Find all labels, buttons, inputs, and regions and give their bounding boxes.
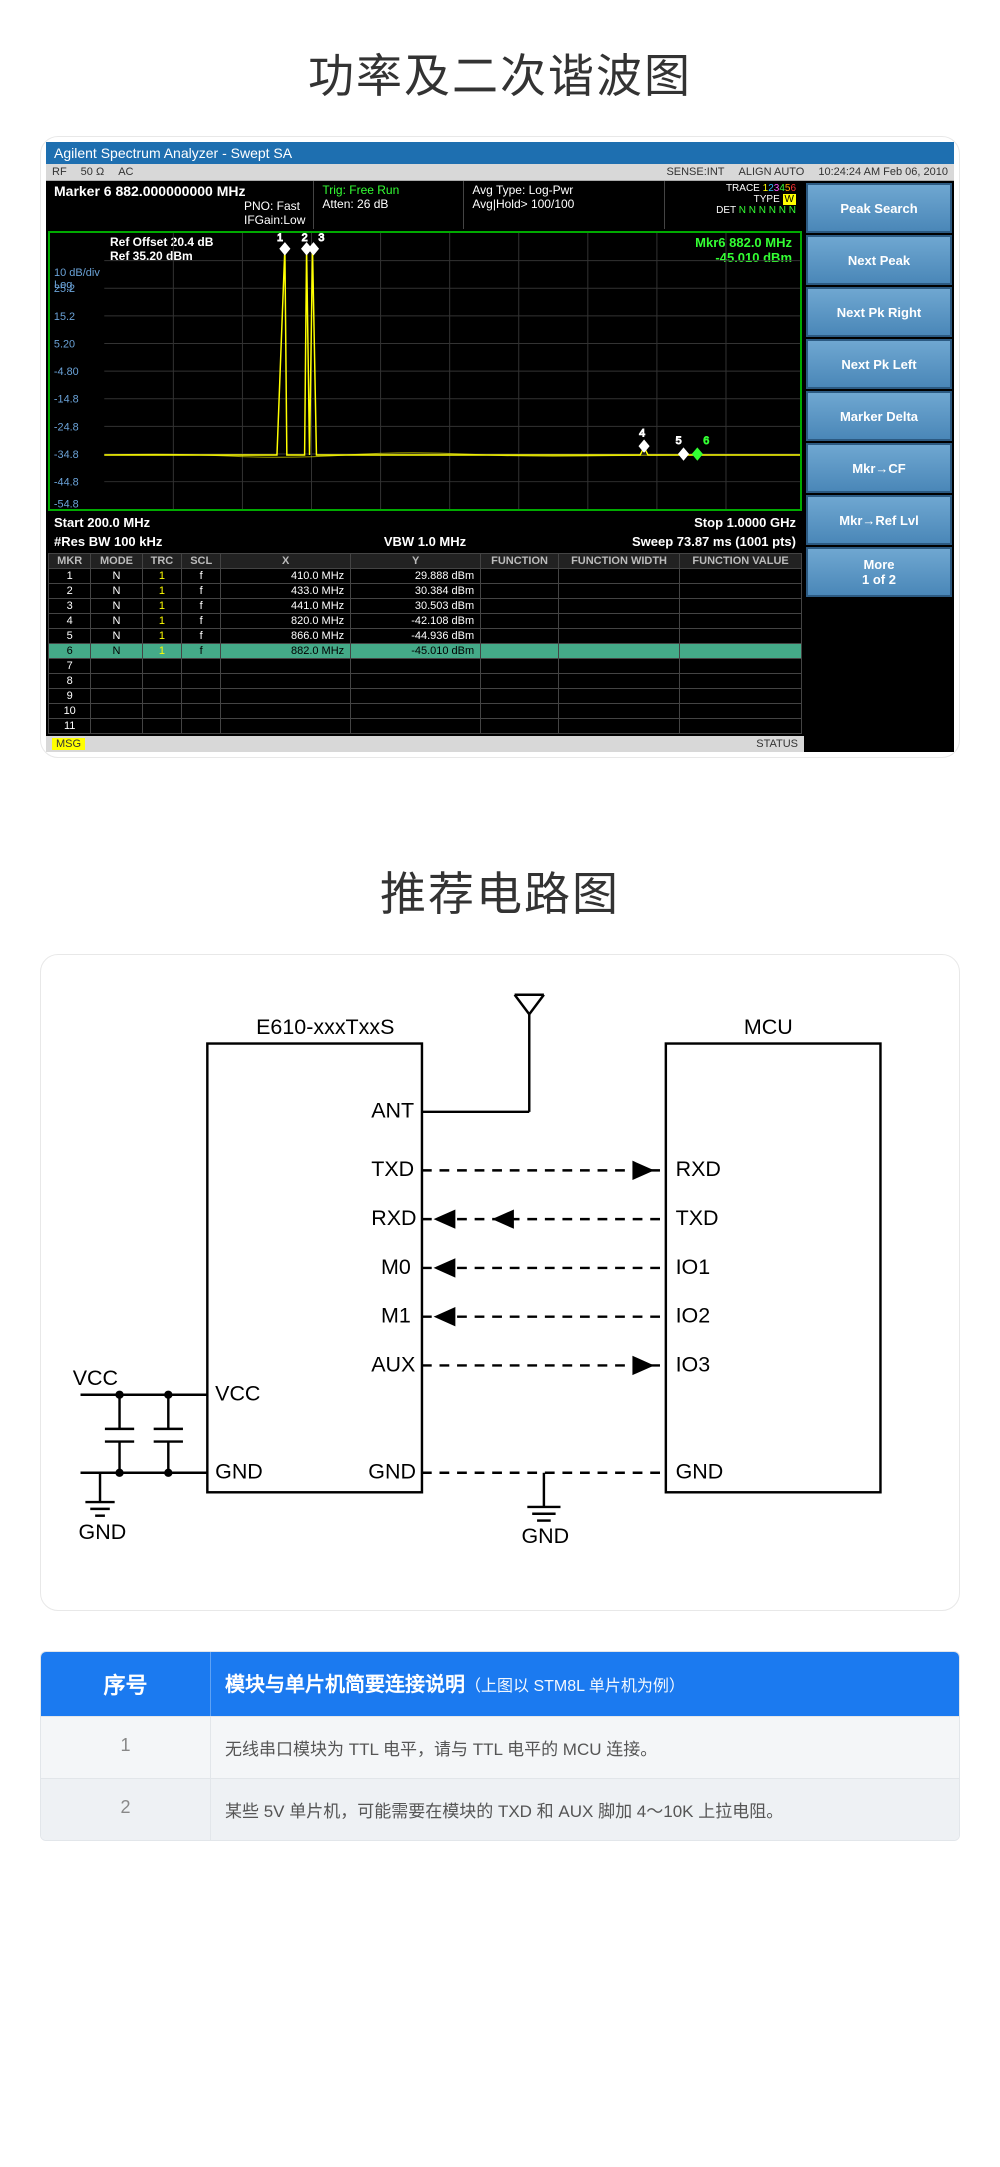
pin-aux: AUX bbox=[371, 1352, 415, 1376]
ext-gnd: GND bbox=[79, 1520, 127, 1544]
toolbar-align: ALIGN AUTO bbox=[739, 166, 805, 178]
svg-text:4: 4 bbox=[639, 427, 645, 439]
table-row[interactable]: 7 bbox=[49, 659, 802, 674]
mkr-2: 2 bbox=[302, 233, 312, 255]
sa-sweep: Sweep 73.87 ms (1001 pts) bbox=[549, 534, 796, 549]
sa-start: Start 200.0 MHz bbox=[54, 515, 425, 530]
mkr-6: 6 bbox=[692, 435, 709, 460]
table-row[interactable]: 10 bbox=[49, 704, 802, 719]
pin-vcc-in: VCC bbox=[215, 1382, 260, 1406]
sa-marker-table: MKRMODE TRCSCL XY FUNCTIONFUNCTION WIDTH… bbox=[48, 553, 802, 734]
sa-det-label: DET bbox=[716, 205, 736, 216]
mkr-1: 1 bbox=[277, 233, 290, 255]
svg-text:-44.8: -44.8 bbox=[54, 477, 79, 489]
svg-text:-54.8: -54.8 bbox=[54, 498, 79, 509]
desc-h1: 序号 bbox=[41, 1652, 211, 1716]
sa-avg1: Avg Type: Log-Pwr bbox=[472, 183, 656, 197]
mcu-txd: TXD bbox=[676, 1206, 719, 1230]
sa-trace-label: TRACE bbox=[726, 183, 760, 194]
table-row[interactable]: 3N1f441.0 MHz30.503 dBm bbox=[49, 599, 802, 614]
toolbar-50ohm: 50 Ω bbox=[81, 166, 105, 178]
mcu-io1: IO1 bbox=[676, 1255, 711, 1279]
sa-type-label: TYPE bbox=[754, 194, 780, 205]
sa-rbw: #Res BW 100 kHz bbox=[54, 534, 301, 549]
desc-h2: 模块与单片机简要连接说明（上图以 STM8L 单片机为例） bbox=[211, 1652, 959, 1716]
btn-mkr-cf[interactable]: Mkr→CF bbox=[806, 443, 952, 493]
svg-text:-4.80: -4.80 bbox=[54, 366, 79, 378]
mkr-5: 5 bbox=[676, 435, 689, 460]
toolbar-sense: SENSE:INT bbox=[666, 166, 724, 178]
pin-ant: ANT bbox=[371, 1099, 414, 1123]
pin-gnd-in: GND bbox=[215, 1460, 263, 1484]
sa-toolbar: RF 50 Ω AC SENSE:INT ALIGN AUTO 10:24:24… bbox=[46, 164, 954, 181]
sa-marker-header: Marker 6 882.000000000 MHz bbox=[54, 183, 305, 199]
svg-text:5: 5 bbox=[676, 435, 682, 447]
svg-text:-34.8: -34.8 bbox=[54, 449, 79, 461]
sa-trig1: Trig: Free Run bbox=[322, 183, 455, 197]
btn-next-peak[interactable]: Next Peak bbox=[806, 235, 952, 285]
svg-text:1: 1 bbox=[277, 233, 283, 244]
svg-text:25.2: 25.2 bbox=[54, 283, 75, 295]
mcu-io2: IO2 bbox=[676, 1304, 711, 1328]
desc-row: 1 无线串口模块为 TTL 电平，请与 TTL 电平的 MCU 连接。 bbox=[41, 1716, 959, 1778]
pin-txd: TXD bbox=[371, 1157, 414, 1181]
table-row[interactable]: 5N1f866.0 MHz-44.936 dBm bbox=[49, 629, 802, 644]
toolbar-rf: RF bbox=[52, 166, 67, 178]
table-row[interactable]: 4N1f820.0 MHz-42.108 dBm bbox=[49, 614, 802, 629]
btn-next-pk-left[interactable]: Next Pk Left bbox=[806, 339, 952, 389]
mkr-4: 4 bbox=[639, 427, 649, 452]
table-row[interactable]: 6N1f882.0 MHz-45.010 dBm bbox=[49, 644, 802, 659]
sa-plot-svg: 25.2 15.2 5.20 -4.80 -14.8 -24.8 -34.8 -… bbox=[50, 233, 800, 509]
circuit-diagram: E610-xxxTxxS MCU ANT TXD RXD M0 M1 AUX G… bbox=[40, 954, 960, 1611]
sa-plot: Ref Offset 20.4 dB Ref 35.20 dBm Mkr6 88… bbox=[48, 231, 802, 511]
btn-more[interactable]: More 1 of 2 bbox=[806, 547, 952, 597]
sa-avg2: Avg|Hold> 100/100 bbox=[472, 197, 656, 211]
table-row[interactable]: 11 bbox=[49, 719, 802, 734]
lbl-mcu: MCU bbox=[744, 1015, 793, 1039]
sa-pno: PNO: Fast bbox=[244, 199, 305, 213]
lbl-module: E610-xxxTxxS bbox=[256, 1015, 394, 1039]
mcu-io3: IO3 bbox=[676, 1352, 711, 1376]
description-table: 序号 模块与单片机简要连接说明（上图以 STM8L 单片机为例） 1 无线串口模… bbox=[40, 1651, 960, 1841]
sa-status-right: STATUS bbox=[756, 738, 798, 750]
toolbar-ac: AC bbox=[118, 166, 133, 178]
mcu-rxd: RXD bbox=[676, 1157, 721, 1181]
spectrum-analyzer-card: Agilent Spectrum Analyzer - Swept SA RF … bbox=[40, 136, 960, 758]
sa-status-msg: MSG bbox=[52, 738, 85, 750]
svg-text:5.20: 5.20 bbox=[54, 338, 75, 350]
pin-m0: M0 bbox=[381, 1255, 411, 1279]
btn-mkr-ref-lvl[interactable]: Mkr→Ref Lvl bbox=[806, 495, 952, 545]
sa-vbw: VBW 1.0 MHz bbox=[301, 534, 548, 549]
sa-trig2: Atten: 26 dB bbox=[322, 197, 455, 211]
svg-text:3: 3 bbox=[318, 233, 324, 244]
table-row[interactable]: 9 bbox=[49, 689, 802, 704]
section-title-circuit: 推荐电路图 bbox=[0, 818, 1000, 954]
svg-text:6: 6 bbox=[703, 435, 709, 447]
mid-gnd: GND bbox=[521, 1524, 569, 1548]
svg-text:-14.8: -14.8 bbox=[54, 394, 79, 406]
mcu-gnd: GND bbox=[676, 1460, 724, 1484]
btn-next-pk-right[interactable]: Next Pk Right bbox=[806, 287, 952, 337]
table-row[interactable]: 1N1f410.0 MHz29.888 dBm bbox=[49, 569, 802, 584]
desc-row: 2 某些 5V 单片机，可能需要在模块的 TXD 和 AUX 脚加 4～10K … bbox=[41, 1778, 959, 1840]
pin-rxd: RXD bbox=[371, 1206, 416, 1230]
pin-gnd-r: GND bbox=[368, 1460, 416, 1484]
sa-window-title: Agilent Spectrum Analyzer - Swept SA bbox=[46, 142, 954, 164]
svg-text:15.2: 15.2 bbox=[54, 311, 75, 323]
svg-text:-24.8: -24.8 bbox=[54, 421, 79, 433]
table-row[interactable]: 8 bbox=[49, 674, 802, 689]
toolbar-time: 10:24:24 AM Feb 06, 2010 bbox=[818, 166, 948, 178]
svg-text:2: 2 bbox=[302, 233, 308, 244]
pin-m1: M1 bbox=[381, 1304, 411, 1328]
section-title-spectrum: 功率及二次谐波图 bbox=[0, 0, 1000, 136]
ext-vcc: VCC bbox=[73, 1366, 118, 1390]
btn-marker-delta[interactable]: Marker Delta bbox=[806, 391, 952, 441]
sa-ifgain: IFGain:Low bbox=[244, 213, 305, 227]
mkr-3: 3 bbox=[309, 233, 325, 255]
sa-side-buttons: Peak Search Next Peak Next Pk Right Next… bbox=[804, 181, 954, 752]
sa-stop: Stop 1.0000 GHz bbox=[425, 515, 796, 530]
btn-peak-search[interactable]: Peak Search bbox=[806, 183, 952, 233]
table-row[interactable]: 2N1f433.0 MHz30.384 dBm bbox=[49, 584, 802, 599]
